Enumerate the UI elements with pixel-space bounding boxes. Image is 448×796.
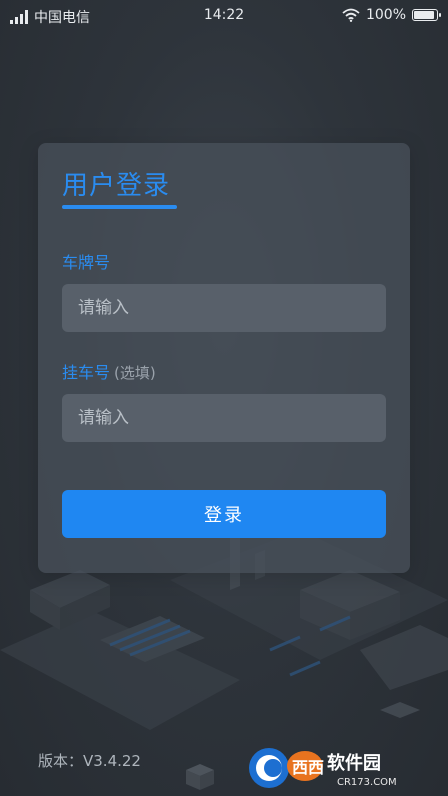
wifi-icon <box>342 8 360 22</box>
watermark-logo: 西西 软件园 CR173.COM <box>249 748 397 788</box>
login-button[interactable]: 登录 <box>62 490 386 538</box>
plate-label: 车牌号 <box>62 253 111 272</box>
status-right: 100% <box>342 7 441 23</box>
battery-percent: 100% <box>365 7 406 23</box>
svg-text:软件园: 软件园 <box>327 752 381 774</box>
svg-text:CR173.COM: CR173.COM <box>337 777 397 788</box>
title-underline <box>62 205 177 209</box>
trailer-label: 挂车号 <box>62 363 111 382</box>
battery-icon <box>412 9 441 21</box>
optional-hint: (选填) <box>114 364 156 382</box>
trailer-label-group: 挂车号 (选填) <box>62 359 156 383</box>
svg-text:西西: 西西 <box>292 758 324 777</box>
trailer-input[interactable] <box>62 394 386 442</box>
login-title: 用户登录 <box>62 171 171 201</box>
version-text: 版本：V3.4.22 <box>38 752 141 770</box>
plate-input[interactable] <box>62 284 386 332</box>
login-card: 用户登录 车牌号 挂车号(选填) 登录 <box>38 143 410 573</box>
status-bar: 中国电信 14:22 100% <box>0 0 448 30</box>
